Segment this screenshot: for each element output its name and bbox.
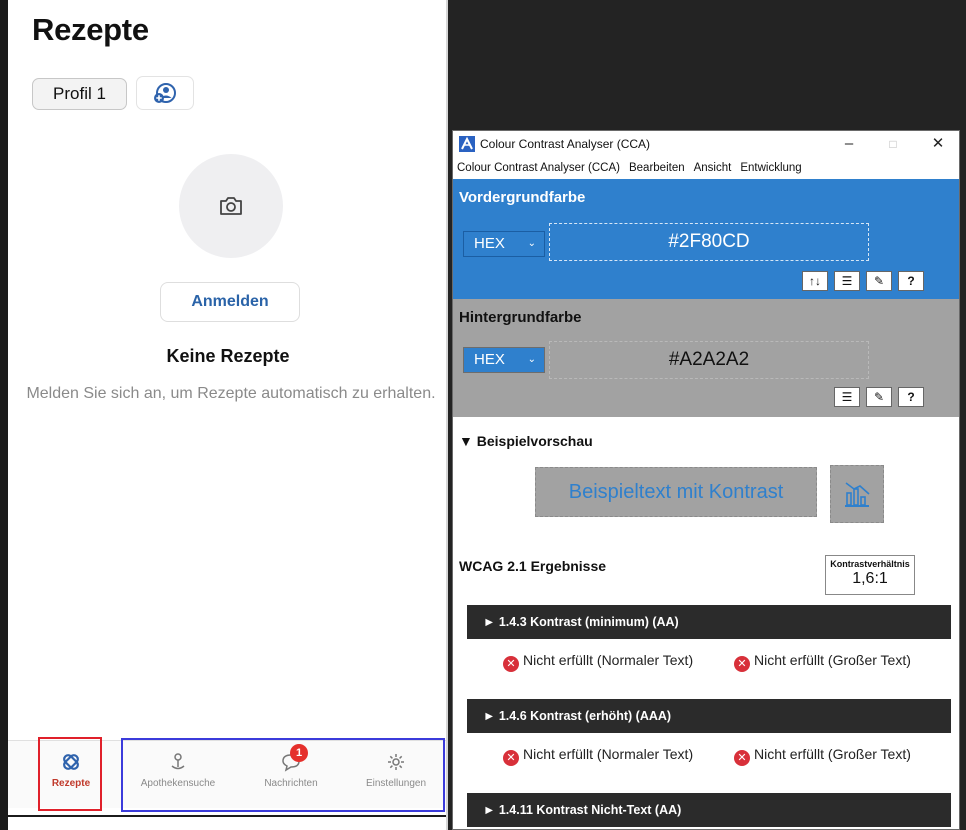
background-format-select[interactable]: HEX ⌄	[463, 347, 545, 373]
chevron-down-icon: ⌄	[527, 354, 536, 365]
background-title: Hintergrundfarbe	[459, 309, 582, 326]
menu-cca[interactable]: Colour Contrast Analyser (CCA)	[457, 162, 620, 174]
swap-colors-button[interactable]: ↑↓	[802, 271, 828, 291]
chevron-down-icon: ⌄	[527, 238, 536, 249]
result-normal-text: ✕ Nicht erfüllt (Normaler Text)	[503, 651, 723, 672]
menu-bearbeiten[interactable]: Bearbeiten	[629, 162, 685, 174]
result-label: Nicht erfüllt (Großer Text)	[754, 652, 911, 668]
background-panel: Hintergrundfarbe HEX ⌄ #A2A2A2 ☰ ✎ ?	[453, 299, 959, 417]
preview-chart-icon	[830, 465, 884, 523]
menu-entwicklung[interactable]: Entwicklung	[740, 162, 801, 174]
background-hex-input[interactable]: #A2A2A2	[549, 341, 869, 379]
fail-icon: ✕	[503, 656, 519, 672]
camera-icon	[220, 197, 242, 215]
criterion-1-4-3-toggle[interactable]: ► 1.4.3 Kontrast (minimum) (AA)	[467, 605, 951, 639]
cca-app-icon	[459, 136, 475, 152]
profile-chip[interactable]: Profil 1	[32, 78, 127, 110]
add-person-icon	[154, 83, 176, 103]
foreground-title: Vordergrundfarbe	[459, 189, 586, 206]
contrast-ratio-label: Kontrastverhältnis	[830, 559, 910, 569]
close-button[interactable]: ✕	[921, 133, 955, 155]
empty-state-subtitle: Melden Sie sich an, um Rezepte automatis…	[26, 385, 436, 402]
login-button[interactable]: Anmelden	[160, 282, 300, 322]
empty-state-title: Keine Rezepte	[166, 346, 290, 366]
wcag-heading: WCAG 2.1 Ergebnisse	[459, 558, 607, 574]
eyedropper-button[interactable]: ✎	[866, 387, 892, 407]
criterion-1-4-11-toggle[interactable]: ► 1.4.11 Kontrast Nicht-Text (AA)	[467, 793, 951, 827]
foreground-panel: Vordergrundfarbe HEX ⌄ #2F80CD ↑↓ ☰ ✎ ?	[453, 179, 959, 299]
result-label: Nicht erfüllt (Normaler Text)	[523, 652, 694, 668]
menu-bar: Colour Contrast Analyser (CCA) Bearbeite…	[453, 157, 959, 179]
contrast-ratio-box: Kontrastverhältnis 1,6:1	[825, 555, 915, 595]
fail-icon: ✕	[734, 750, 750, 766]
fail-icon: ✕	[734, 656, 750, 672]
preview-toggle[interactable]: ▼ Beispielvorschau	[459, 433, 593, 449]
result-large-text: ✕ Nicht erfüllt (Großer Text)	[734, 651, 954, 672]
foreground-hex-input[interactable]: #2F80CD	[549, 223, 869, 261]
title-bar[interactable]: Colour Contrast Analyser (CCA) – □ ✕	[453, 131, 959, 157]
preview-sample-text: Beispieltext mit Kontrast	[535, 467, 817, 517]
format-label: HEX	[474, 235, 505, 252]
eyedropper-button[interactable]: ✎	[866, 271, 892, 291]
help-button[interactable]: ?	[898, 271, 924, 291]
add-profile-button[interactable]	[136, 76, 194, 110]
result-large-text: ✕ Nicht erfüllt (Großer Text)	[734, 745, 954, 766]
page-title: Rezepte	[32, 12, 149, 47]
result-normal-text: ✕ Nicht erfüllt (Normaler Text)	[503, 745, 723, 766]
sliders-button[interactable]: ☰	[834, 387, 860, 407]
maximize-button[interactable]: □	[876, 133, 910, 155]
cca-window: Colour Contrast Analyser (CCA) – □ ✕ Col…	[452, 130, 960, 830]
photo-placeholder[interactable]	[179, 154, 283, 258]
inactive-tabs-highlight	[121, 738, 445, 812]
window-edge	[0, 0, 8, 830]
recipes-app: Rezepte Profil 1 Anmelden Keine Rezepte …	[0, 0, 448, 830]
window-title: Colour Contrast Analyser (CCA)	[480, 137, 651, 151]
result-label: Nicht erfüllt (Normaler Text)	[523, 746, 694, 762]
contrast-ratio-value: 1,6:1	[852, 570, 888, 587]
sliders-button[interactable]: ☰	[834, 271, 860, 291]
foreground-format-select[interactable]: HEX ⌄	[463, 231, 545, 257]
fail-icon: ✕	[503, 750, 519, 766]
minimize-button[interactable]: –	[832, 133, 866, 155]
help-button[interactable]: ?	[898, 387, 924, 407]
active-tab-highlight	[38, 737, 102, 811]
criterion-1-4-6-toggle[interactable]: ► 1.4.6 Kontrast (erhöht) (AAA)	[467, 699, 951, 733]
menu-ansicht[interactable]: Ansicht	[694, 162, 732, 174]
result-label: Nicht erfüllt (Großer Text)	[754, 746, 911, 762]
bottom-edge	[8, 815, 446, 817]
format-label: HEX	[474, 351, 505, 368]
